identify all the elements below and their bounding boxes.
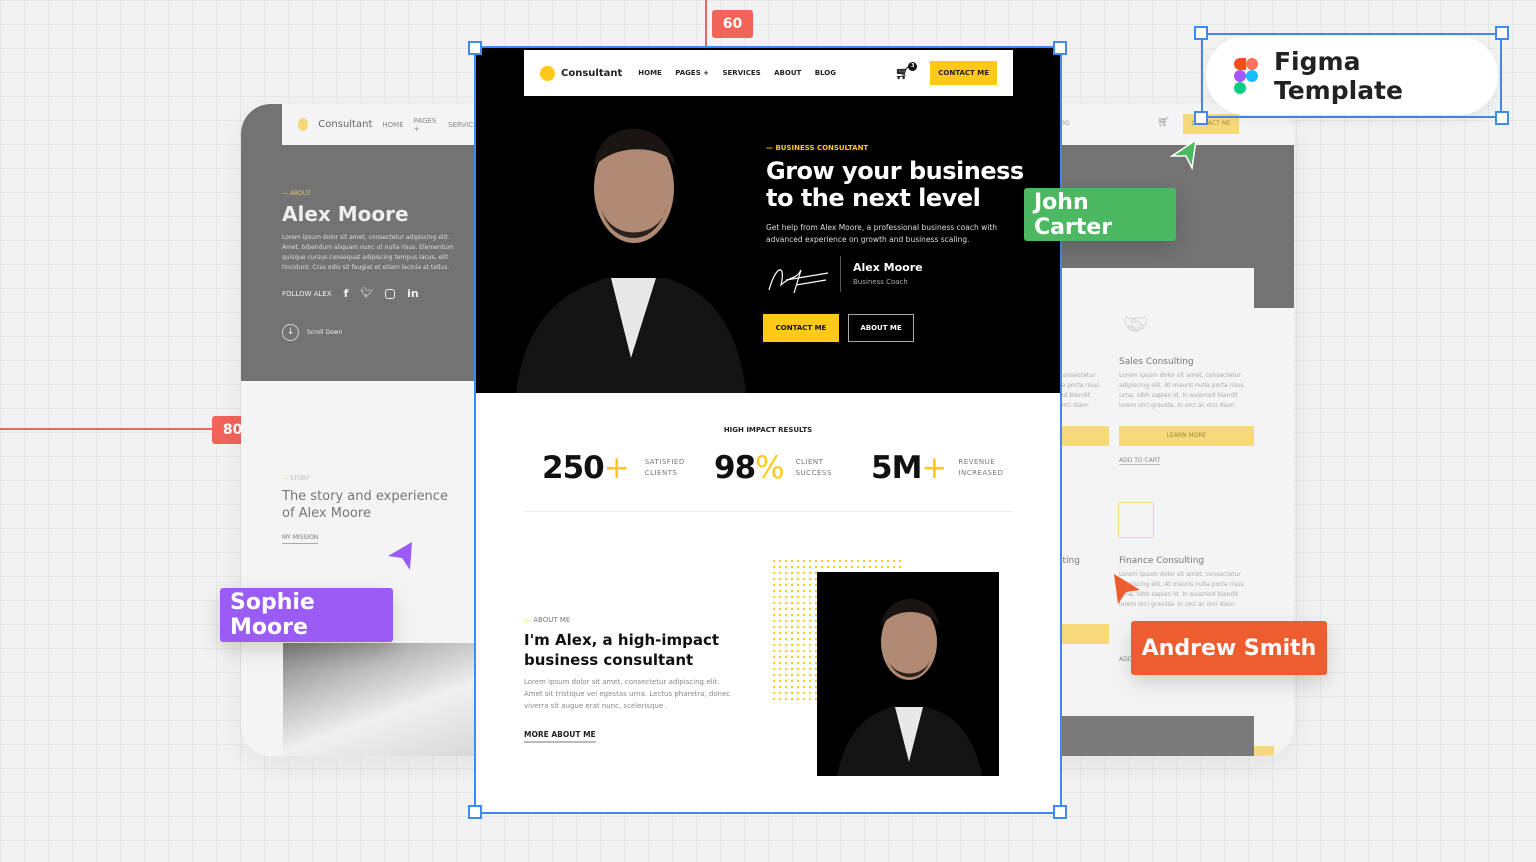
my-mission-link[interactable]: MY MISSION xyxy=(282,534,319,544)
hero-section: — BUSINESS CONSULTANT Grow your business… xyxy=(476,48,1060,393)
collaborator-tag-john: John Carter xyxy=(1024,188,1176,241)
coach-role: Business Coach xyxy=(853,278,908,286)
handshake-icon: 🤝︎ xyxy=(1123,312,1149,336)
cursor-orange-icon xyxy=(1114,574,1140,604)
learn-more-button[interactable]: LEARN MORE xyxy=(1119,426,1254,446)
back-nav: Consultant HOME PAGES + SERVICES xyxy=(282,104,482,145)
building-image xyxy=(283,643,476,756)
logo-icon xyxy=(540,65,555,81)
facebook-icon[interactable]: f xyxy=(344,287,349,300)
yellow-accent xyxy=(1254,746,1274,756)
collaborator-tag-sophie: Sophie Moore xyxy=(220,588,393,642)
about-paragraph: Lorem ipsum dolor sit amet, consectetur … xyxy=(524,678,731,710)
logo-text: Consultant xyxy=(561,67,623,79)
cart-icon[interactable]: 🛒︎ 3 xyxy=(895,62,918,80)
results-heading: HIGH IMPACT RESULTS xyxy=(723,426,813,434)
figma-template-badge: Figma Template xyxy=(1206,36,1498,115)
selected-frame[interactable]: — BUSINESS CONSULTANT Grow your business… xyxy=(474,46,1062,814)
guide-label-top: 60 xyxy=(712,10,753,38)
hero-description: Get help from Alex Moore, a professional… xyxy=(766,223,998,244)
nav-blog[interactable]: BLOG xyxy=(815,69,836,77)
stat-1: 250+ SATISFIED CLIENTS xyxy=(542,450,685,486)
vertical-guide xyxy=(705,0,707,48)
resize-handle-tl[interactable] xyxy=(468,41,482,55)
contact-me-button[interactable]: CONTACT ME xyxy=(763,314,839,342)
resize-handle-br[interactable] xyxy=(1053,805,1067,819)
calculator-icon xyxy=(1118,502,1154,538)
resize-handle-bl[interactable] xyxy=(468,805,482,819)
paragraph: Lorem ipsum dolor sit amet, consectetur … xyxy=(282,234,454,271)
nav-item[interactable]: PAGES + xyxy=(414,117,438,133)
twitter-icon[interactable]: 🐦︎ xyxy=(360,288,373,299)
stat-2: 98% CLIENT SUCCESS xyxy=(714,450,832,486)
button-partial[interactable] xyxy=(1060,624,1109,644)
follow-label: FOLLOW ALEX xyxy=(282,289,332,298)
nav-about[interactable]: ABOUT xyxy=(774,69,801,77)
cursor-green-icon xyxy=(1170,138,1197,170)
card-text-partial: consectetur la porta risus od blandit or… xyxy=(1060,372,1100,409)
scroll-down[interactable]: ↓ Scroll Down xyxy=(282,324,342,341)
coach-name: Alex Moore xyxy=(853,261,923,274)
linkedin-icon[interactable]: in xyxy=(407,287,419,300)
hero-title: Grow your business to the next level xyxy=(766,157,1024,212)
nav-item[interactable]: HOME xyxy=(382,121,403,129)
story-title: The story and experience of Alex Moore xyxy=(282,489,448,521)
signature-image xyxy=(768,269,829,294)
card-title: Finance Consulting xyxy=(1119,556,1205,566)
nav-menu: HOME PAGES + SERVICES ABOUT BLOG xyxy=(638,69,847,77)
story-eyebrow: — STORY xyxy=(282,475,310,482)
logo-text: Consultant xyxy=(318,119,373,130)
nav-services[interactable]: SERVICES xyxy=(722,69,760,77)
hero-eyebrow: — BUSINESS CONSULTANT xyxy=(766,144,869,152)
divider xyxy=(840,256,841,292)
footer-band xyxy=(1060,716,1254,756)
cursor-purple-icon xyxy=(388,542,412,570)
band-extension xyxy=(1254,145,1294,308)
learn-more-partial[interactable] xyxy=(1060,426,1109,446)
badge-handle[interactable] xyxy=(1495,111,1509,125)
hero-portrait xyxy=(516,128,746,393)
add-to-cart-link[interactable]: ADD TO CART xyxy=(1119,457,1161,465)
card-title-partial: lting xyxy=(1060,556,1080,566)
more-about-me-link[interactable]: MORE ABOUT ME xyxy=(524,730,596,743)
badge-handle[interactable] xyxy=(1194,111,1208,125)
figma-logo-icon xyxy=(1234,57,1258,94)
follow-row: FOLLOW ALEX f 🐦︎ in xyxy=(282,287,419,300)
cart-badge: 3 xyxy=(908,62,918,71)
figma-badge-label: Figma Template xyxy=(1273,46,1403,105)
stat-3: 5M+ REVENUE INCREASED xyxy=(871,450,1004,486)
about-me-button[interactable]: ABOUT ME xyxy=(848,314,914,342)
divider xyxy=(524,511,1013,512)
nav-pages[interactable]: PAGES + xyxy=(675,69,709,77)
top-nav: Consultant HOME PAGES + SERVICES ABOUT B… xyxy=(524,50,1013,96)
badge-handle[interactable] xyxy=(1194,26,1208,40)
title: Alex Moore xyxy=(282,202,409,226)
nav-home[interactable]: HOME xyxy=(638,69,662,77)
instagram-icon[interactable] xyxy=(385,288,396,299)
cart-icon[interactable]: 🛒︎ xyxy=(1157,117,1170,128)
eyebrow: — ABOUT xyxy=(282,190,311,197)
card-title: Sales Consulting xyxy=(1119,357,1194,367)
resize-handle-tr[interactable] xyxy=(1053,41,1067,55)
arrow-down-icon: ↓ xyxy=(282,324,299,341)
badge-handle[interactable] xyxy=(1495,26,1509,40)
about-portrait xyxy=(817,572,999,776)
about-title: I'm Alex, a high-impact business consulta… xyxy=(524,631,720,669)
logo-icon xyxy=(298,118,309,131)
nav-contact-button[interactable]: CONTACT ME xyxy=(930,61,997,85)
about-eyebrow: — ABOUT ME xyxy=(524,616,571,624)
card-text: Lorem ipsum dolor sit amet, consectetur … xyxy=(1119,372,1244,409)
collaborator-tag-andrew: Andrew Smith xyxy=(1131,621,1327,675)
